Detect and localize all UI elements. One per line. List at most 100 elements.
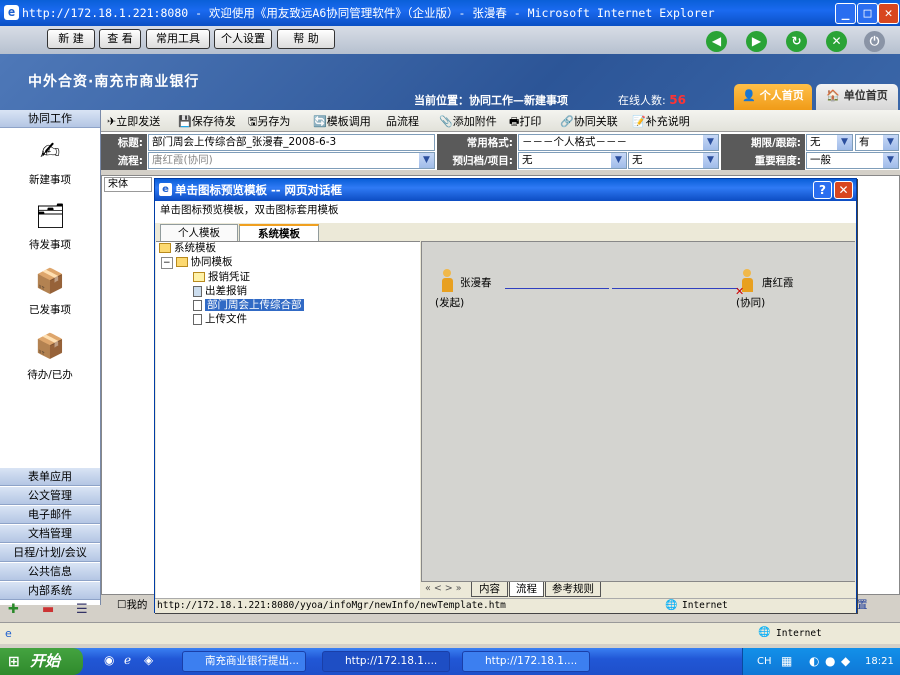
document-icon bbox=[193, 299, 202, 311]
task-item[interactable]: http://172.18.1.... bbox=[322, 651, 450, 672]
archive-label: 预归档/项目: bbox=[437, 152, 517, 170]
menu-settings[interactable]: 个人设置 bbox=[214, 29, 272, 49]
menu-help[interactable]: 帮 助 bbox=[277, 29, 335, 49]
refresh-icon[interactable]: ↻ bbox=[786, 31, 807, 52]
tab-system-templates[interactable]: 系统模板 bbox=[239, 224, 319, 241]
tab-flow[interactable]: 流程 bbox=[509, 582, 544, 597]
importance-label: 重要程度: bbox=[721, 152, 805, 170]
flow-input[interactable]: 唐红霞(协同) ▼ bbox=[148, 152, 435, 169]
list-icon[interactable]: ☰ bbox=[76, 602, 88, 617]
sent-icon: 📦 bbox=[35, 267, 65, 295]
save-draft-button[interactable]: 💾保存待发 bbox=[178, 113, 236, 129]
ie-icon: e bbox=[159, 183, 172, 196]
tab-content[interactable]: 内容 bbox=[471, 582, 508, 597]
track-select[interactable]: 有 ▼ bbox=[855, 134, 899, 151]
tab-unit-home[interactable]: 🏠 单位首页 bbox=[816, 84, 898, 110]
archive-select[interactable]: 无 ▼ bbox=[518, 152, 627, 169]
flow-preview: 张漫春 (发起) ✕ 唐红霞 (协同) bbox=[421, 241, 855, 581]
tree-item[interactable]: 报销凭证 bbox=[193, 271, 250, 285]
sidebar-header[interactable]: 协同工作 bbox=[0, 110, 100, 128]
desktop-icon[interactable]: ◈ bbox=[144, 653, 153, 667]
tree-group[interactable]: − 协同模板 bbox=[161, 256, 233, 270]
sidebar-item-new[interactable]: ✍ 新建事项 bbox=[0, 136, 100, 187]
flow-line bbox=[612, 288, 738, 289]
stop-icon[interactable]: ✕ bbox=[826, 31, 847, 52]
sidebar-documents[interactable]: 公文管理 bbox=[0, 487, 100, 505]
start-node-name: 张漫春 bbox=[460, 277, 492, 289]
supplement-button[interactable]: 📝补充说明 bbox=[632, 113, 690, 129]
language-indicator[interactable]: CH bbox=[757, 648, 772, 675]
folder-icon bbox=[159, 243, 171, 253]
sidebar-item-todo[interactable]: 📦 待办/已办 bbox=[0, 331, 100, 382]
start-button[interactable]: ⊞ 开始 bbox=[0, 648, 83, 675]
keyboard-icon[interactable]: ▦ bbox=[781, 648, 792, 675]
deadline-select[interactable]: 无 ▼ bbox=[806, 134, 853, 151]
remove-icon[interactable]: ▬ bbox=[42, 602, 54, 617]
tree-root[interactable]: 系统模板 bbox=[159, 242, 216, 256]
behind-status-right: 置 bbox=[857, 599, 868, 611]
font-select[interactable]: 宋体 bbox=[104, 177, 152, 192]
sidebar-public-info[interactable]: 公共信息 bbox=[0, 563, 100, 581]
template-button[interactable]: 🔄模板调用 bbox=[313, 113, 371, 129]
minimize-icon[interactable]: _ bbox=[835, 3, 856, 24]
related-button[interactable]: 🔗协同关联 bbox=[560, 113, 618, 129]
globe-icon: 🌐 bbox=[665, 600, 678, 611]
collapse-icon[interactable]: − bbox=[161, 257, 173, 269]
sidebar-internal[interactable]: 内部系统 bbox=[0, 582, 100, 600]
task-item[interactable]: 南充商业银行提出... bbox=[182, 651, 306, 672]
dialog-close-icon[interactable]: ✕ bbox=[834, 181, 853, 199]
folder-open-icon bbox=[175, 257, 188, 267]
forward-icon[interactable]: ▶ bbox=[746, 31, 767, 52]
flow-button[interactable]: 品流程 bbox=[386, 113, 419, 129]
status-zone: Internet bbox=[682, 600, 728, 611]
ie-status-bar: e 🌐 Internet bbox=[0, 622, 900, 644]
compose-toolbar: ✈立即发送 💾保存待发 🖫另存为 🔄模板调用 品流程 📎添加附件 🖶打印 🔗协同… bbox=[101, 110, 900, 132]
bank-name: 中外合资·南充市商业银行 bbox=[28, 74, 200, 90]
print-button[interactable]: 🖶打印 bbox=[509, 113, 541, 132]
document-icon bbox=[193, 313, 202, 325]
maximize-icon[interactable]: □ bbox=[857, 3, 878, 24]
breadcrumb: 当前位置：协同工作—新建事项 bbox=[414, 94, 568, 107]
globe-icon: 🌐 bbox=[758, 627, 771, 638]
back-icon[interactable]: ◀ bbox=[706, 31, 727, 52]
menu-tools[interactable]: 常用工具 bbox=[146, 29, 210, 49]
save-as-button[interactable]: 🖫另存为 bbox=[248, 113, 290, 132]
title-input[interactable]: 部门周会上传综合部_张漫春_2008-6-3 bbox=[148, 134, 435, 151]
menu-view[interactable]: 查 看 bbox=[99, 29, 141, 49]
tree-item[interactable]: 上传文件 bbox=[193, 313, 247, 327]
quicklaunch-icon[interactable]: ◉ bbox=[104, 653, 114, 667]
project-select[interactable]: 无 ▼ bbox=[628, 152, 719, 169]
sidebar-email[interactable]: 电子邮件 bbox=[0, 506, 100, 524]
sidebar-form-apps[interactable]: 表单应用 bbox=[0, 468, 100, 486]
sidebar-schedule[interactable]: 日程/计划/会议 bbox=[0, 544, 100, 562]
network-icon[interactable]: ◐ bbox=[809, 648, 819, 675]
dialog-title-bar: e 单击图标预览模板 -- 网页对话框 ? ✕ bbox=[155, 179, 856, 201]
help-icon[interactable]: ? bbox=[813, 181, 832, 199]
ie-quicklaunch-icon[interactable]: ℯ bbox=[124, 653, 131, 667]
attach-button[interactable]: 📎添加附件 bbox=[439, 113, 497, 129]
folder-icon bbox=[193, 272, 205, 282]
menu-new[interactable]: 新 建 bbox=[47, 29, 95, 49]
end-node-role: (协同) bbox=[736, 297, 766, 309]
format-label: 常用格式: bbox=[437, 134, 517, 152]
tab-personal-home[interactable]: 👤 个人首页 bbox=[734, 84, 812, 110]
tab-nav[interactable]: « < > » bbox=[425, 583, 462, 594]
tab-personal-templates[interactable]: 个人模板 bbox=[160, 224, 238, 241]
document-icon bbox=[193, 285, 202, 297]
logout-icon[interactable]: ⏻ bbox=[864, 31, 885, 52]
tree-item[interactable]: 出差报销 bbox=[193, 285, 247, 299]
importance-select[interactable]: 一般 ▼ bbox=[806, 152, 899, 169]
task-item[interactable]: http://172.18.1.... bbox=[462, 651, 590, 672]
sidebar-item-sent[interactable]: 📦 已发事项 bbox=[0, 266, 100, 317]
security-icon[interactable]: ● bbox=[825, 648, 835, 675]
sidebar-doc-mgmt[interactable]: 文档管理 bbox=[0, 525, 100, 543]
sidebar-item-pending-send[interactable]: 🗂 待发事项 bbox=[0, 201, 100, 252]
add-icon[interactable]: ✚ bbox=[8, 602, 19, 617]
send-button[interactable]: ✈立即发送 bbox=[107, 113, 160, 129]
tab-rules[interactable]: 参考规则 bbox=[545, 582, 601, 597]
status-url: http://172.18.1.221:8080/yyoa/infoMgr/ne… bbox=[157, 600, 506, 611]
volume-icon[interactable]: ◆ bbox=[841, 648, 850, 675]
tree-item-selected[interactable]: 部门周会上传综合部 bbox=[193, 299, 304, 313]
format-select[interactable]: －－－个人格式－－－ ▼ bbox=[518, 134, 719, 151]
close-icon[interactable]: ✕ bbox=[878, 3, 899, 24]
